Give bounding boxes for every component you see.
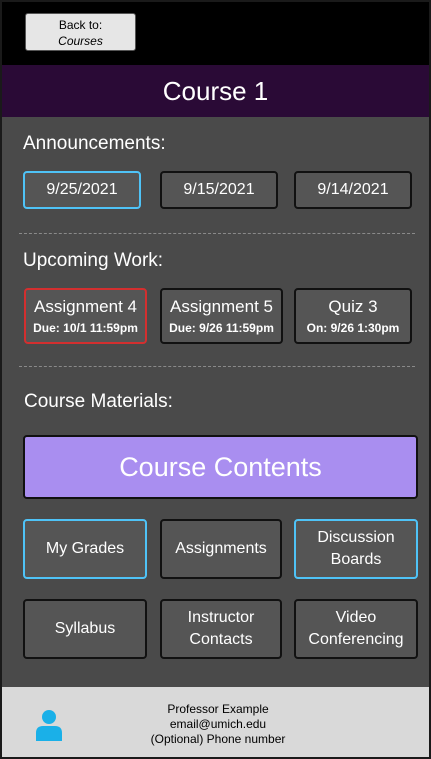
work-item-due: Due: 9/26 11:59pm (169, 321, 274, 335)
instructor-footer: Professor Example email@umich.edu (Optio… (2, 687, 429, 757)
discussion-boards-label: Discussion Boards (317, 529, 395, 568)
instructor-contact-info: Professor Example email@umich.edu (Optio… (102, 702, 334, 747)
back-to-courses-button[interactable]: Back to: Courses (25, 13, 136, 51)
announcement-date-button[interactable]: 9/14/2021 (294, 171, 412, 209)
person-icon (36, 710, 62, 741)
announcement-date-button[interactable]: 9/15/2021 (160, 171, 278, 209)
my-grades-button[interactable]: My Grades (23, 519, 147, 579)
instructor-email: email@umich.edu (169, 717, 267, 731)
back-button-destination: Courses (58, 34, 103, 48)
discussion-boards-button[interactable]: Discussion Boards (294, 519, 418, 579)
upcoming-work-item[interactable]: Quiz 3 On: 9/26 1:30pm (294, 288, 412, 344)
upcoming-work-heading: Upcoming Work: (23, 250, 164, 271)
course-materials-heading: Course Materials: (24, 391, 173, 412)
upcoming-work-item[interactable]: Assignment 5 Due: 9/26 11:59pm (160, 288, 283, 344)
section-divider (19, 366, 415, 367)
announcements-heading: Announcements: (23, 133, 166, 154)
instructor-phone: (Optional) Phone number (150, 732, 286, 746)
section-divider (19, 233, 415, 234)
assignments-button[interactable]: Assignments (160, 519, 282, 579)
instructor-contacts-label: Instructor Contacts (187, 609, 255, 648)
app-screen: Back to: Courses Course 1 Announcements:… (0, 0, 431, 759)
announcement-date-button[interactable]: 9/25/2021 (23, 171, 141, 209)
work-item-due: On: 9/26 1:30pm (306, 321, 400, 335)
work-item-due: Due: 10/1 11:59pm (33, 321, 138, 335)
back-button-label: Back to: (58, 18, 103, 32)
upcoming-work-item[interactable]: Assignment 4 Due: 10/1 11:59pm (24, 288, 147, 344)
video-conferencing-button[interactable]: Video Conferencing (294, 599, 418, 659)
instructor-name: Professor Example (167, 702, 269, 716)
work-item-title: Assignment 5 (170, 297, 273, 316)
instructor-contacts-button[interactable]: Instructor Contacts (160, 599, 282, 659)
syllabus-button[interactable]: Syllabus (23, 599, 147, 659)
top-bar: Back to: Courses (2, 2, 429, 65)
work-item-title: Quiz 3 (328, 297, 378, 316)
course-contents-button[interactable]: Course Contents (23, 435, 418, 499)
video-conferencing-label: Video Conferencing (308, 609, 404, 648)
work-item-title: Assignment 4 (34, 297, 137, 316)
page-title: Course 1 (2, 65, 429, 117)
